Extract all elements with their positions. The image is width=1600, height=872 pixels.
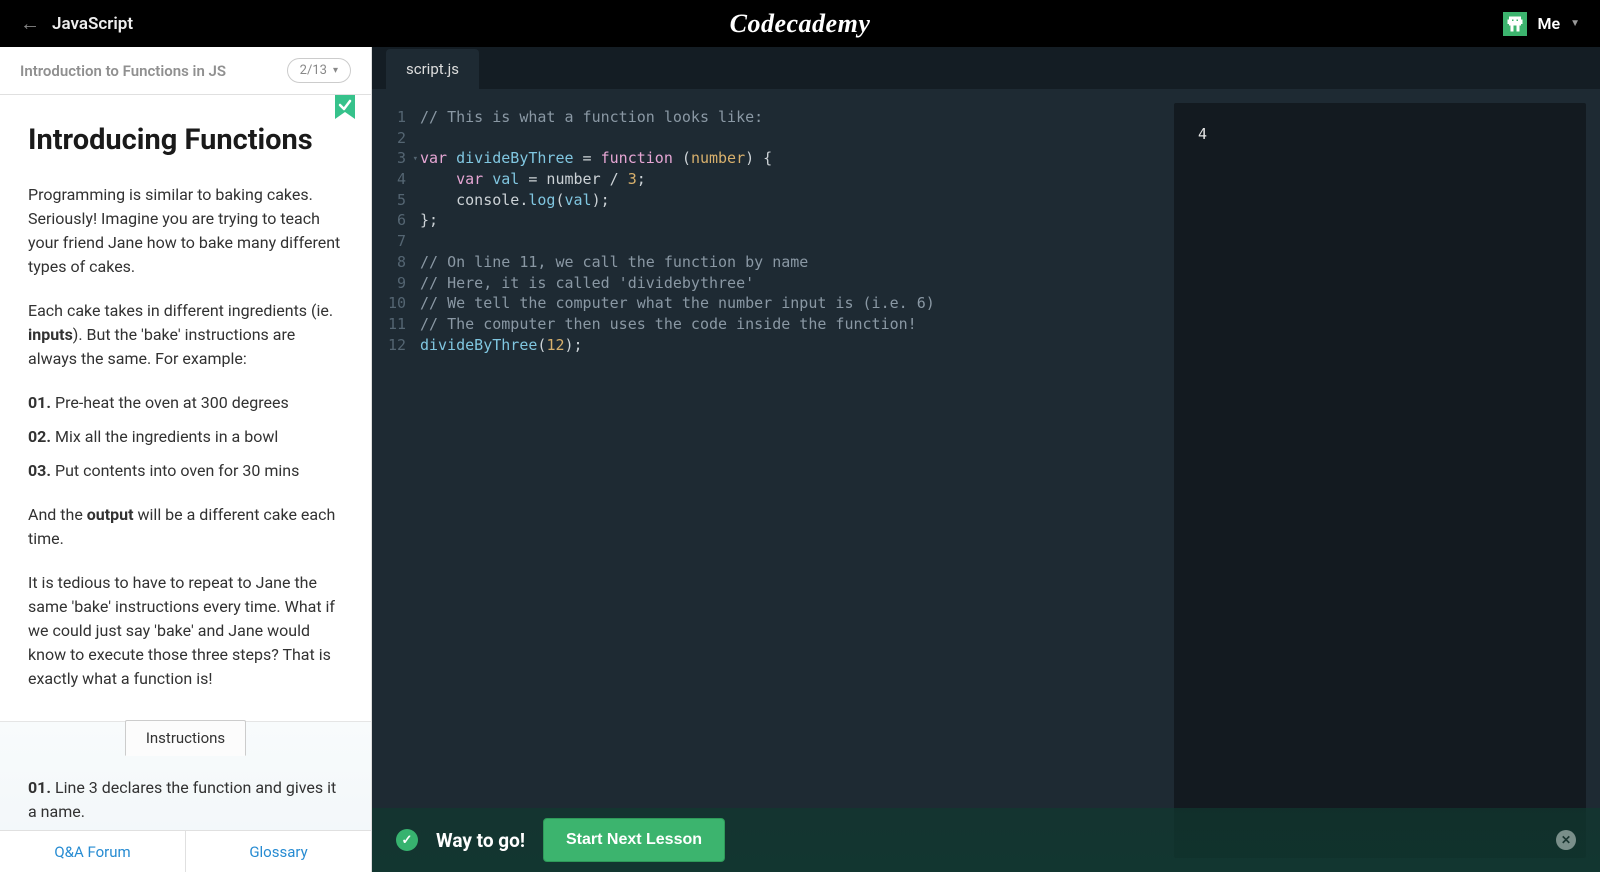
- editor-tab-scriptjs[interactable]: script.js: [386, 49, 479, 89]
- sidebar-footer: Q&A Forum Glossary: [0, 830, 371, 872]
- codecademy-logo[interactable]: Codecademy: [730, 9, 871, 39]
- editor-split: 123456789101112 // This is what a functi…: [372, 89, 1600, 872]
- success-bar: ✓ Way to go! Start Next Lesson ✕: [372, 808, 1600, 872]
- steps-list: 01. Pre-heat the oven at 300 degrees 02.…: [28, 391, 343, 483]
- instructions-section: Instructions 01. Line 3 declares the fun…: [0, 721, 371, 831]
- line-gutter: 123456789101112: [372, 107, 420, 854]
- output-text: 4: [1198, 125, 1207, 143]
- editor-tabs: script.js: [372, 47, 1600, 89]
- success-message: Way to go!: [436, 829, 525, 852]
- progress-dropdown[interactable]: 2/13: [287, 58, 351, 83]
- lesson-title: Introducing Functions: [28, 119, 343, 163]
- course-name: JavaScript: [52, 14, 133, 34]
- glossary-link[interactable]: Glossary: [186, 831, 371, 872]
- qa-forum-link[interactable]: Q&A Forum: [0, 831, 186, 872]
- lesson-paragraph: And the output will be a different cake …: [28, 503, 343, 551]
- list-item: 01. Pre-heat the oven at 300 degrees: [28, 391, 343, 415]
- avatar-icon: [1503, 12, 1527, 36]
- progress-text: 2/13: [300, 63, 327, 78]
- lesson-paragraph: Each cake takes in different ingredients…: [28, 299, 343, 371]
- lesson-paragraph: Programming is similar to baking cakes. …: [28, 183, 343, 279]
- instruction-item: 01. Line 3 declares the function and giv…: [28, 776, 343, 824]
- editor-area: script.js 123456789101112 // This is wha…: [372, 47, 1600, 872]
- list-item: 03. Put contents into oven for 30 mins: [28, 459, 343, 483]
- instructions-tab: Instructions: [125, 720, 246, 756]
- back-arrow-icon: ←: [20, 11, 40, 36]
- lesson-content: Introducing Functions Programming is sim…: [0, 95, 371, 721]
- chevron-down-icon: ▼: [1570, 18, 1580, 29]
- main-area: Introduction to Functions in JS 2/13 Int…: [0, 47, 1600, 872]
- start-next-lesson-button[interactable]: Start Next Lesson: [543, 818, 725, 862]
- close-icon[interactable]: ✕: [1556, 830, 1576, 850]
- console-output: 4: [1174, 103, 1586, 858]
- user-menu[interactable]: Me ▼: [1503, 12, 1580, 36]
- unit-title: Introduction to Functions in JS: [20, 62, 226, 80]
- top-bar: ← JavaScript Codecademy Me ▼: [0, 0, 1600, 47]
- sidebar-header: Introduction to Functions in JS 2/13: [0, 47, 371, 95]
- check-circle-icon: ✓: [396, 829, 418, 851]
- lesson-paragraph: It is tedious to have to repeat to Jane …: [28, 571, 343, 691]
- code-editor[interactable]: 123456789101112 // This is what a functi…: [372, 89, 1166, 872]
- back-to-course[interactable]: ← JavaScript: [20, 11, 133, 36]
- list-item: 02. Mix all the ingredients in a bowl: [28, 425, 343, 449]
- me-label: Me: [1537, 14, 1560, 33]
- lesson-sidebar: Introduction to Functions in JS 2/13 Int…: [0, 47, 372, 872]
- instructions-body: 01. Line 3 declares the function and giv…: [0, 756, 371, 831]
- sidebar-scroll[interactable]: Introducing Functions Programming is sim…: [0, 95, 371, 830]
- code-lines[interactable]: // This is what a function looks like: v…: [420, 107, 935, 854]
